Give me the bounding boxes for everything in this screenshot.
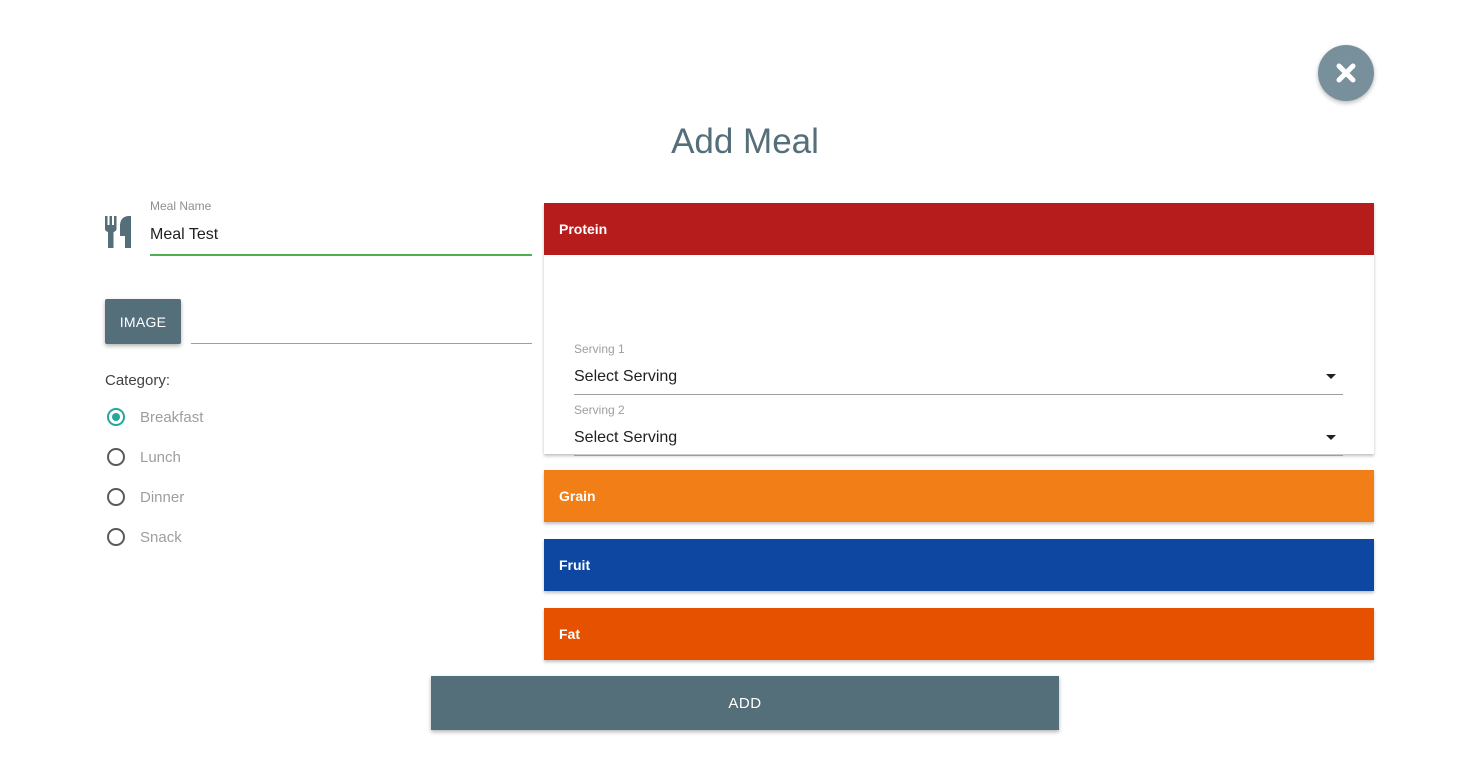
radio-breakfast[interactable]: Breakfast [107,408,203,426]
food-group-grain: Grain [544,470,1374,522]
radio-unchecked-icon [107,528,125,546]
radio-label: Breakfast [140,408,204,426]
add-meal-page: Add Meal Meal Name IMAGE Category: Break… [0,0,1467,759]
add-button[interactable]: ADD [431,676,1059,730]
dropdown-arrow-icon [1326,374,1336,379]
utensils-icon [105,216,131,248]
image-path-input[interactable] [191,308,532,344]
group-header-fruit[interactable]: Fruit [544,539,1374,591]
serving-1-value: Select Serving [574,367,678,385]
category-label: Category: [105,372,171,389]
serving-2-select[interactable]: Select Serving [574,420,1343,456]
radio-unchecked-icon [107,448,125,466]
group-header-grain[interactable]: Grain [544,470,1374,522]
group-header-protein[interactable]: Protein [544,203,1374,255]
image-button[interactable]: IMAGE [105,299,181,344]
serving-1-label: Serving 1 [574,342,625,356]
meal-name-input[interactable] [150,220,532,256]
food-group-fruit: Fruit [544,539,1374,591]
radio-unchecked-icon [107,488,125,506]
radio-lunch[interactable]: Lunch [107,448,181,466]
radio-checked-icon [107,408,125,426]
close-button[interactable] [1318,45,1374,101]
radio-label: Lunch [140,448,181,466]
serving-1-select[interactable]: Select Serving [574,359,1343,395]
serving-2-value: Select Serving [574,428,678,446]
radio-label: Snack [140,528,182,546]
radio-snack[interactable]: Snack [107,528,182,546]
radio-label: Dinner [140,488,185,506]
page-title: Add Meal [671,122,819,161]
food-group-fat: Fat [544,608,1374,660]
close-icon [1336,63,1356,83]
food-group-protein: Protein Serving 1 Select Serving Serving… [544,203,1374,456]
serving-2-label: Serving 2 [574,403,625,417]
group-header-fat[interactable]: Fat [544,608,1374,660]
meal-name-label: Meal Name [150,199,212,213]
radio-dinner[interactable]: Dinner [107,488,184,506]
dropdown-arrow-icon [1326,435,1336,440]
group-body-protein: Serving 1 Select Serving Serving 2 Selec… [544,255,1374,456]
